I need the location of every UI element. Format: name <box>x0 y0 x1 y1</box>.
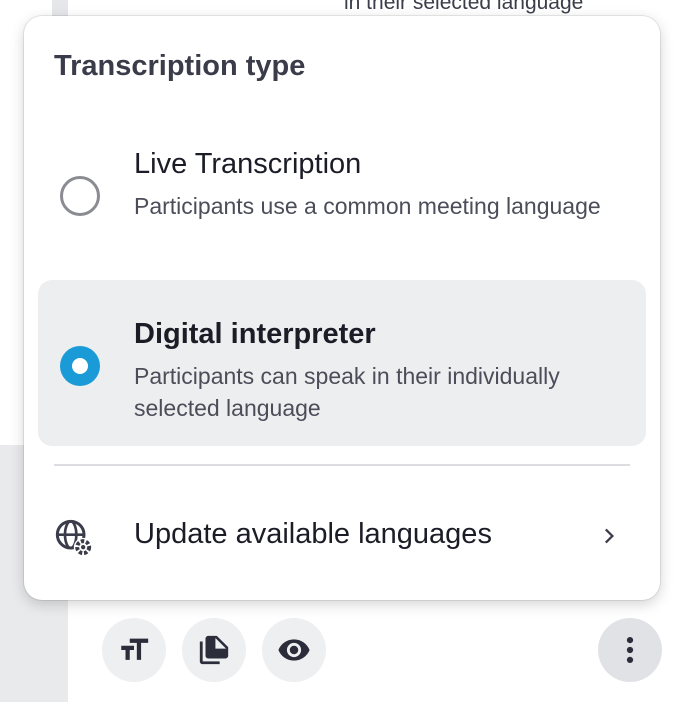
app-window: in their selected language Transcription… <box>0 0 674 702</box>
option-title: Live Transcription <box>134 148 362 180</box>
background-caption: in their selected language <box>344 0 584 14</box>
option-live-transcription[interactable]: Live Transcription Participants use a co… <box>38 110 646 276</box>
chevron-right-icon <box>605 528 614 544</box>
visibility-button[interactable] <box>262 618 326 682</box>
radio-live-transcription[interactable] <box>60 176 100 216</box>
text-size-button[interactable] <box>102 618 166 682</box>
update-languages-label: Update available languages <box>134 518 492 550</box>
transcription-type-popover: Transcription type Live Transcription Pa… <box>24 16 660 600</box>
eye-icon <box>278 639 310 661</box>
option-title: Digital interpreter <box>134 318 376 350</box>
option-digital-interpreter[interactable]: Digital interpreter Participants can spe… <box>38 280 646 446</box>
document-icon <box>199 635 229 665</box>
popover-title: Transcription type <box>54 50 306 82</box>
option-description: Participants can speak in their individu… <box>134 363 560 421</box>
globe-settings-icon <box>55 519 93 557</box>
more-vertical-icon <box>626 636 634 664</box>
more-options-button[interactable] <box>598 618 662 682</box>
option-description: Participants use a common meeting langua… <box>134 193 601 219</box>
update-available-languages-item[interactable]: Update available languages <box>38 494 646 578</box>
text-size-icon <box>121 638 149 660</box>
radio-digital-interpreter[interactable] <box>60 346 100 386</box>
document-button[interactable] <box>182 618 246 682</box>
popover-divider <box>54 464 630 466</box>
